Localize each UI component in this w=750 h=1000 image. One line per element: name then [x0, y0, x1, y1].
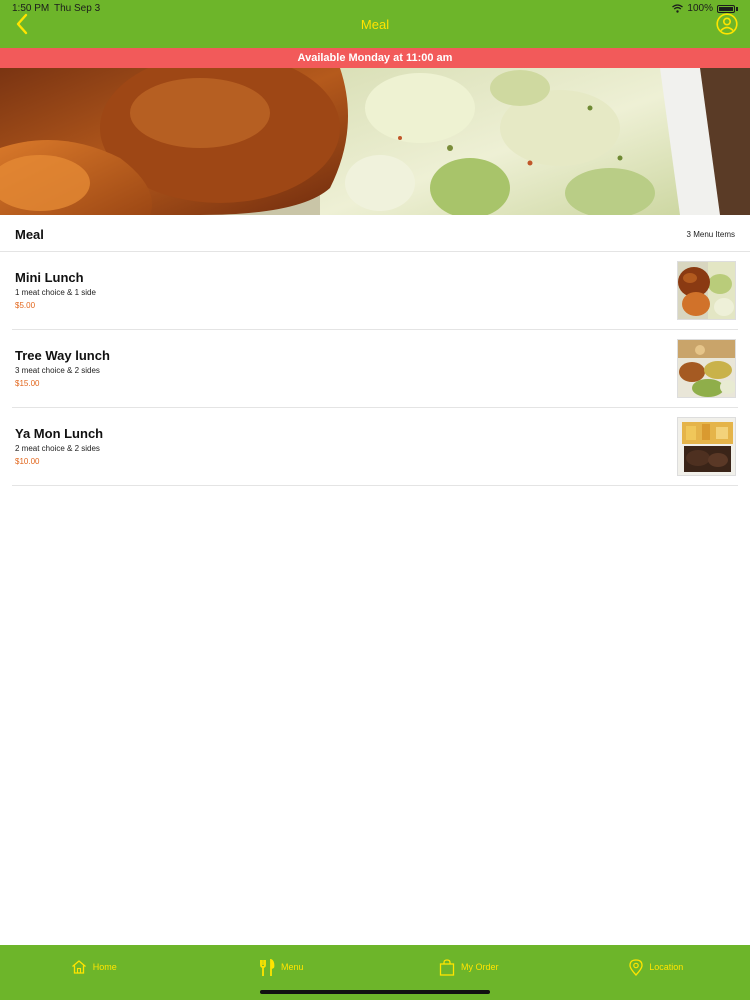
item-price: $10.00 [15, 457, 40, 466]
item-thumbnail [677, 261, 736, 320]
menu-item-count: 3 Menu Items [686, 230, 735, 239]
home-indicator [260, 990, 490, 994]
item-description: 3 meat choice & 2 sides [15, 366, 100, 375]
menu-item-ya-mon-lunch[interactable]: Ya Mon Lunch 2 meat choice & 2 sides $10… [12, 408, 738, 486]
item-description: 1 meat choice & 1 side [15, 288, 96, 297]
menu-list: Mini Lunch 1 meat choice & 1 side $5.00 … [0, 252, 750, 486]
map-pin-icon [629, 959, 643, 976]
tab-location[interactable]: Location [563, 945, 750, 1000]
item-price: $15.00 [15, 379, 40, 388]
section-title: Meal [15, 227, 44, 242]
item-price: $5.00 [15, 301, 36, 310]
item-name: Ya Mon Lunch [15, 426, 104, 441]
tab-label: My Order [460, 962, 499, 972]
wifi-icon [672, 4, 684, 13]
app-root: 1:50 PM Thu Sep 3 100% Meal Available Mo… [0, 0, 750, 1000]
battery-percent: 100% [687, 3, 713, 14]
item-name: Mini Lunch [15, 270, 84, 285]
availability-banner: Available Monday at 11:00 am [0, 48, 750, 68]
item-thumbnail [677, 339, 736, 398]
battery-cap [736, 6, 738, 11]
item-name: Tree Way lunch [15, 348, 110, 363]
fork-knife-icon [260, 959, 275, 976]
item-description: 2 meat choice & 2 sides [15, 444, 100, 453]
shopping-bag-icon [439, 959, 455, 976]
home-icon [71, 960, 86, 974]
top-bar: 1:50 PM Thu Sep 3 100% Meal [0, 0, 750, 48]
battery-icon [717, 4, 735, 13]
hero-image [0, 68, 750, 215]
menu-item-tree-way-lunch[interactable]: Tree Way lunch 3 meat choice & 2 sides $… [12, 330, 738, 408]
item-thumbnail [677, 417, 736, 476]
tab-label: Home [92, 962, 117, 972]
menu-item-mini-lunch[interactable]: Mini Lunch 1 meat choice & 1 side $5.00 [12, 252, 738, 330]
page-title: Meal [360, 17, 390, 32]
profile-button[interactable] [716, 13, 738, 35]
section-header: Meal 3 Menu Items [0, 216, 750, 252]
tab-label: Menu [280, 962, 304, 972]
tab-home[interactable]: Home [0, 945, 188, 1000]
tab-label: Location [649, 962, 684, 972]
user-circle-icon [716, 13, 738, 35]
status-date: Thu Sep 3 [54, 3, 101, 14]
hero-food-photo [0, 68, 750, 215]
